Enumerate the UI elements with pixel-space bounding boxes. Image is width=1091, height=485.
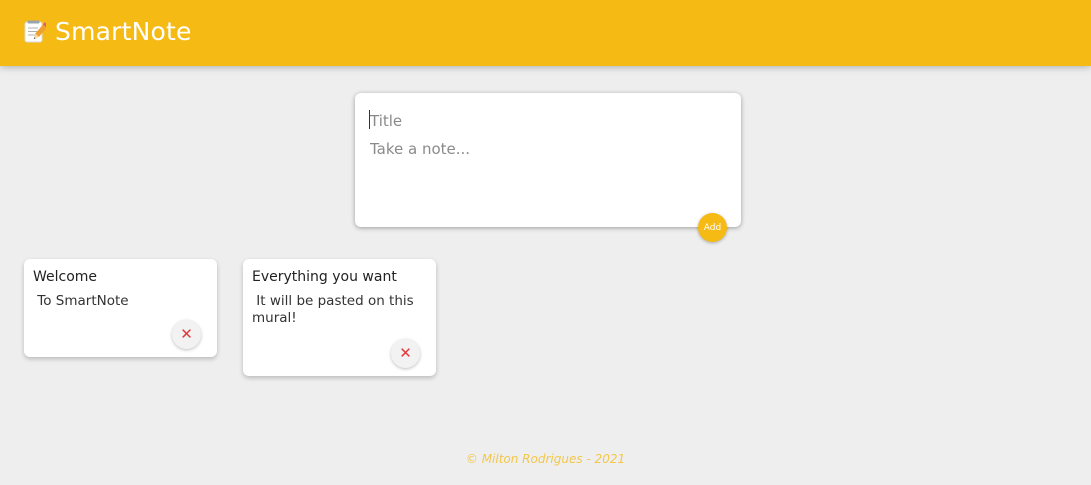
delete-note-button[interactable]: ✕	[391, 339, 420, 368]
close-icon: ✕	[180, 325, 193, 343]
note-content: It will be pasted on this mural!	[252, 293, 414, 326]
footer-copyright: © Milton Rodrigues - 2021	[465, 452, 626, 466]
app-header: SmartNote	[0, 0, 1091, 66]
close-icon: ✕	[399, 344, 412, 362]
note-card: Everything you want It will be pasted on…	[243, 259, 436, 376]
delete-note-button[interactable]: ✕	[172, 320, 201, 349]
note-content: To SmartNote	[33, 293, 129, 309]
create-note-form	[355, 93, 741, 227]
note-title-input[interactable]	[370, 110, 720, 132]
app-logo: SmartNote	[24, 14, 192, 50]
note-content-input[interactable]	[370, 139, 720, 209]
app-title: SmartNote	[55, 17, 192, 46]
text-cursor	[369, 110, 370, 129]
note-card: Welcome To SmartNote ✕	[24, 259, 217, 357]
note-title: Everything you want	[252, 269, 397, 285]
note-title: Welcome	[33, 269, 98, 285]
memo-pencil-icon	[24, 19, 46, 45]
add-note-button[interactable]: Add	[698, 213, 727, 242]
